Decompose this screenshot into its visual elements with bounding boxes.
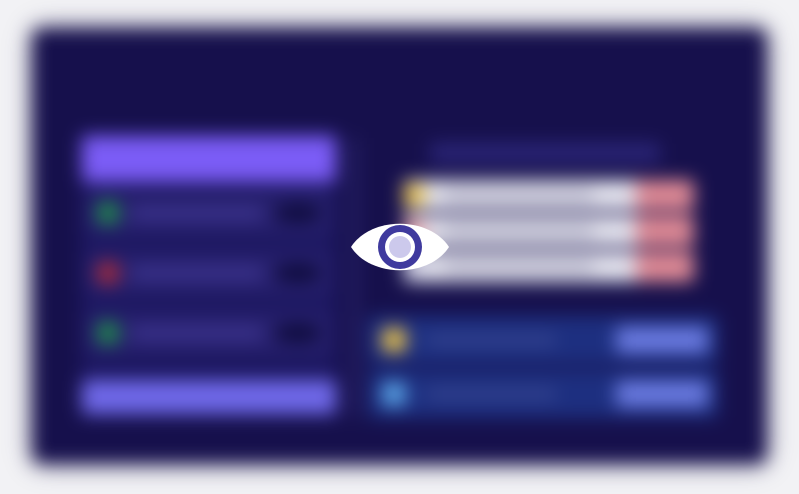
left-panel-footer-button[interactable] xyxy=(82,380,336,414)
left-list-item-label xyxy=(132,207,262,219)
status-dot-icon xyxy=(96,321,120,345)
reveal-eye-icon[interactable] xyxy=(349,212,451,282)
action-card-button[interactable] xyxy=(616,381,708,407)
list-item[interactable] xyxy=(404,180,694,210)
status-badge xyxy=(636,252,694,282)
page-title xyxy=(210,58,590,98)
status-badge xyxy=(636,216,694,246)
list-item-label xyxy=(444,225,594,237)
left-list-item-label xyxy=(132,267,262,279)
badge-icon xyxy=(404,183,426,207)
action-card-button[interactable] xyxy=(616,327,708,353)
list-item-label xyxy=(444,261,594,273)
chat-icon xyxy=(382,382,406,406)
left-list-item-toggle[interactable] xyxy=(276,204,320,222)
status-dot-icon xyxy=(96,261,120,285)
list-item-label xyxy=(444,189,594,201)
status-badge xyxy=(636,180,694,210)
left-list-item-label xyxy=(132,327,262,339)
action-card-label xyxy=(426,334,556,346)
action-card[interactable] xyxy=(368,316,718,364)
left-list-item[interactable] xyxy=(86,192,330,234)
left-list-item-toggle[interactable] xyxy=(276,324,320,342)
right-panel-title xyxy=(430,143,660,163)
pencil-icon xyxy=(382,328,406,352)
left-panel-header xyxy=(82,136,336,182)
left-list-item[interactable] xyxy=(86,312,330,354)
action-card[interactable] xyxy=(368,370,718,418)
screen xyxy=(0,0,799,494)
action-card-label xyxy=(426,388,556,400)
status-dot-icon xyxy=(96,201,120,225)
left-list-item[interactable] xyxy=(86,252,330,294)
eye-icon xyxy=(351,223,449,271)
left-list-item-toggle[interactable] xyxy=(276,264,320,282)
